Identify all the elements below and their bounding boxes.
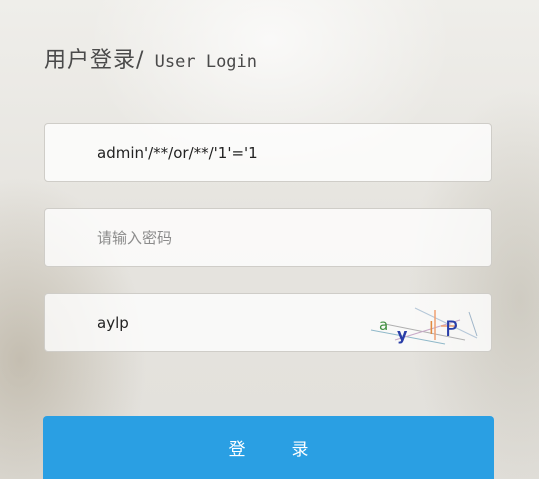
login-button[interactable]: 登录	[43, 416, 494, 479]
login-button-char-2: 录	[291, 440, 309, 460]
page-title: 用户登录/ User Login	[44, 42, 257, 74]
captcha-input[interactable]	[45, 294, 355, 351]
captcha-char-3: l	[429, 319, 434, 339]
password-input[interactable]	[45, 209, 491, 266]
title-chinese: 用户登录/	[44, 48, 145, 73]
captcha-image[interactable]: a y l P	[365, 300, 483, 346]
username-input[interactable]	[45, 124, 491, 181]
captcha-char-2: y	[397, 325, 408, 344]
password-field[interactable]	[44, 208, 492, 267]
title-english: User Login	[144, 52, 258, 72]
captcha-field[interactable]: a y l P	[44, 293, 492, 352]
username-field[interactable]	[44, 123, 492, 182]
captcha-char-4: P	[445, 317, 458, 341]
login-button-char-1: 登	[228, 440, 246, 460]
captcha-char-1: a	[379, 316, 388, 334]
